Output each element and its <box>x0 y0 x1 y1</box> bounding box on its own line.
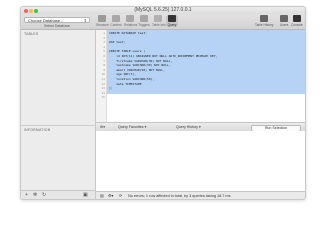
console-button[interactable]: Console <box>291 15 303 27</box>
code-line: location VARCHAR(50), <box>109 77 155 81</box>
tab-relations[interactable]: Relations <box>124 15 138 27</box>
table-history-icon <box>260 15 269 22</box>
line-number: 5 <box>103 49 105 54</box>
code-line: ); <box>109 86 113 91</box>
line-number: 4 <box>103 44 105 49</box>
code-line: age INT(3), <box>109 72 137 77</box>
line-number: 9 <box>103 67 105 72</box>
code-line: CREATE DATABASE test; <box>109 31 147 35</box>
triggers-icon <box>140 15 148 22</box>
app-window: (MySQL 5.6.25) 127.0.0.1 Choose Database… <box>20 6 306 200</box>
tab-query-label: Query <box>167 23 177 27</box>
tab-structure-label: Structure <box>96 23 109 27</box>
code-line: CREATE TABLE users ( <box>109 49 146 54</box>
add-table-icon[interactable]: + <box>25 191 28 199</box>
table-info-icon <box>154 15 162 22</box>
console-icon <box>292 15 301 22</box>
tab-query[interactable]: Query <box>166 15 178 27</box>
database-select-value: Choose Database... <box>28 18 64 23</box>
tab-content[interactable]: Content <box>110 15 122 27</box>
results-table-icon[interactable]: ▤ <box>100 192 104 199</box>
refresh-icon[interactable]: ↻ <box>42 191 46 199</box>
line-number: 1 <box>103 31 105 35</box>
table-history-button[interactable]: Table History <box>255 15 273 27</box>
chevron-down-icon: ▾ <box>198 125 201 129</box>
relations-icon <box>126 15 134 22</box>
line-number: 3 <box>103 40 105 45</box>
tab-content-label: Content <box>110 23 122 27</box>
close-window-button[interactable] <box>24 9 28 13</box>
tab-table-info-label: Table Info <box>152 23 166 27</box>
users-label: Users <box>280 23 289 27</box>
users-icon <box>280 15 289 22</box>
database-select-caption: Select Database <box>44 24 70 28</box>
toggle-panel-icon[interactable]: ▣ <box>83 191 88 199</box>
sidebar-bottom-bar: + ✻ ↻ ▣ <box>21 190 95 199</box>
query-editor[interactable]: 1 2 3 4 5 6 7 8 9 10 11 12 13 14 15 CREATE DATABASE te… <box>96 30 305 122</box>
code-line: USE test; <box>109 40 126 45</box>
refresh-icon[interactable]: ⟳ <box>119 192 122 199</box>
line-number: 7 <box>103 58 105 63</box>
status-message: No errors; 1 row affected in total, by 3… <box>128 194 231 198</box>
line-number: 10 <box>101 72 105 77</box>
line-number: 6 <box>103 54 105 58</box>
window-title: (MySQL 5.6.25) 127.0.0.1 <box>134 7 192 13</box>
code-line: email VARCHAR(50) NOT NULL, <box>109 67 165 72</box>
line-number: 8 <box>103 63 105 68</box>
query-icon <box>168 15 176 22</box>
tab-relations-label: Relations <box>124 23 138 27</box>
query-favorites-label: Query Favorites <box>118 125 144 129</box>
code-line: lastname VARCHAR(30) NOT NULL, <box>109 63 171 68</box>
query-history-menu[interactable]: Query History ▾ <box>176 123 201 131</box>
tab-structure[interactable]: Structure <box>96 15 109 27</box>
code-line: firstname VARCHAR(30) NOT NULL, <box>109 58 173 63</box>
line-number: 13 <box>101 86 105 91</box>
content-icon <box>112 15 120 22</box>
line-number: 14 <box>101 90 105 95</box>
tab-triggers-label: Triggers <box>138 23 150 27</box>
sidebar: TABLES INFORMATION + ✻ ↻ ▣ <box>21 30 96 199</box>
status-bar: ▤ ⚙▾ ⟳ No errors; 1 row affected in tota… <box>96 191 305 199</box>
tab-table-info[interactable]: Table Info <box>152 15 166 27</box>
toolbar: Choose Database... ⇕ Select Database Str… <box>21 14 305 30</box>
zoom-window-button[interactable] <box>34 9 38 13</box>
tables-header: TABLES <box>24 32 39 36</box>
table-history-label: Table History <box>255 23 274 27</box>
line-number: 12 <box>101 81 105 86</box>
gear-menu-icon[interactable]: ⚙▾ <box>100 123 105 131</box>
gear-icon[interactable]: ✻ <box>33 191 37 199</box>
results-pane <box>96 131 305 191</box>
gear-icon[interactable]: ⚙▾ <box>108 192 113 199</box>
users-button[interactable]: Users <box>280 15 288 27</box>
code-line: id INT(11) UNSIGNED NOT NULL AUTO_INCREM… <box>109 54 218 58</box>
tab-triggers[interactable]: Triggers <box>138 15 150 27</box>
structure-icon <box>98 15 106 22</box>
sidebar-divider <box>21 125 95 126</box>
line-number: 2 <box>103 35 105 40</box>
title-bar: (MySQL 5.6.25) 127.0.0.1 <box>21 7 305 14</box>
information-header: INFORMATION <box>24 128 51 132</box>
database-select[interactable]: Choose Database... ⇕ <box>24 17 90 23</box>
chevron-down-icon: ▾ <box>144 125 147 129</box>
minimize-window-button[interactable] <box>29 9 33 13</box>
line-number: 11 <box>101 77 105 81</box>
code-line: date TIMESTAMP <box>109 81 142 86</box>
query-favorites-menu[interactable]: Query Favorites ▾ <box>118 123 146 131</box>
query-history-label: Query History <box>176 125 198 129</box>
line-number: 15 <box>101 95 105 100</box>
console-label: Console <box>291 23 303 27</box>
